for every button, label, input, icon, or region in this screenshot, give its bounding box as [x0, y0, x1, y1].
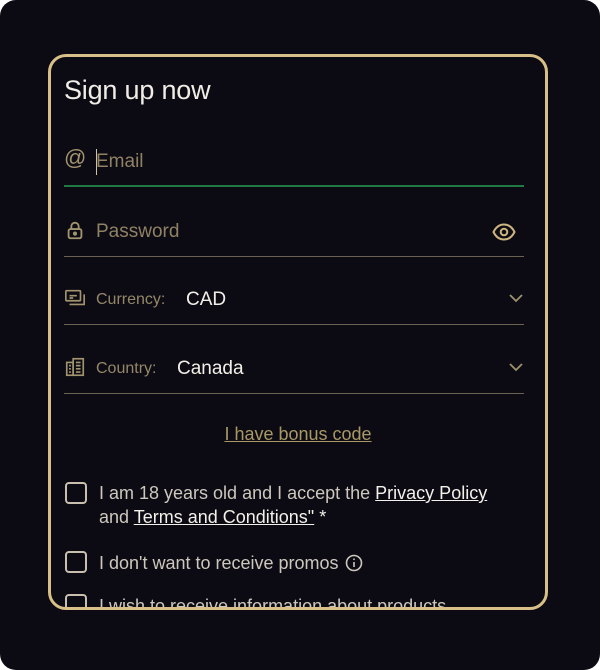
- currency-label: Currency:: [96, 291, 166, 308]
- country-value: Canada: [177, 358, 244, 379]
- bonus-code-link[interactable]: I have bonus code: [51, 424, 545, 445]
- app-window: Sign up now @ Email Currency: CAD Countr…: [0, 0, 600, 670]
- money-icon: [64, 287, 86, 309]
- currency-value: CAD: [186, 289, 227, 310]
- age-consent-checkbox[interactable]: [65, 482, 87, 504]
- no-promos-checkbox[interactable]: [65, 551, 87, 573]
- product-info-checkbox[interactable]: [65, 594, 87, 607]
- age-consent-text: I am 18 years old and I accept the Priva…: [99, 481, 509, 529]
- email-input[interactable]: [96, 150, 476, 174]
- chevron-down-icon[interactable]: [508, 291, 524, 305]
- signup-card: Sign up now @ Email Currency: CAD Countr…: [48, 54, 548, 610]
- terms-link[interactable]: Terms and Conditions": [134, 507, 314, 527]
- email-field[interactable]: @: [64, 137, 524, 187]
- eye-icon[interactable]: [492, 221, 516, 243]
- privacy-policy-link[interactable]: Privacy Policy: [375, 483, 487, 503]
- age-consent-prefix: I am 18 years old and I accept the: [99, 483, 376, 503]
- country-select[interactable]: Country: Canada: [64, 344, 524, 394]
- info-icon[interactable]: [345, 554, 363, 572]
- no-promos-label: I don't want to receive promos: [99, 553, 339, 573]
- and-text: and: [99, 507, 134, 527]
- password-input[interactable]: [96, 220, 476, 244]
- country-label: Country:: [96, 360, 157, 377]
- lock-icon: [64, 219, 86, 241]
- password-field[interactable]: [64, 207, 524, 257]
- text-caret: [96, 149, 97, 175]
- required-mark: *: [314, 507, 327, 527]
- no-promos-text: I don't want to receive promos: [99, 551, 363, 575]
- product-info-text: I wish to receive information about prod…: [99, 596, 447, 610]
- page-title: Sign up now: [64, 75, 211, 105]
- chevron-down-icon[interactable]: [508, 360, 524, 374]
- currency-select[interactable]: Currency: CAD: [64, 275, 524, 325]
- building-icon: [64, 356, 86, 378]
- at-icon: @: [64, 145, 87, 170]
